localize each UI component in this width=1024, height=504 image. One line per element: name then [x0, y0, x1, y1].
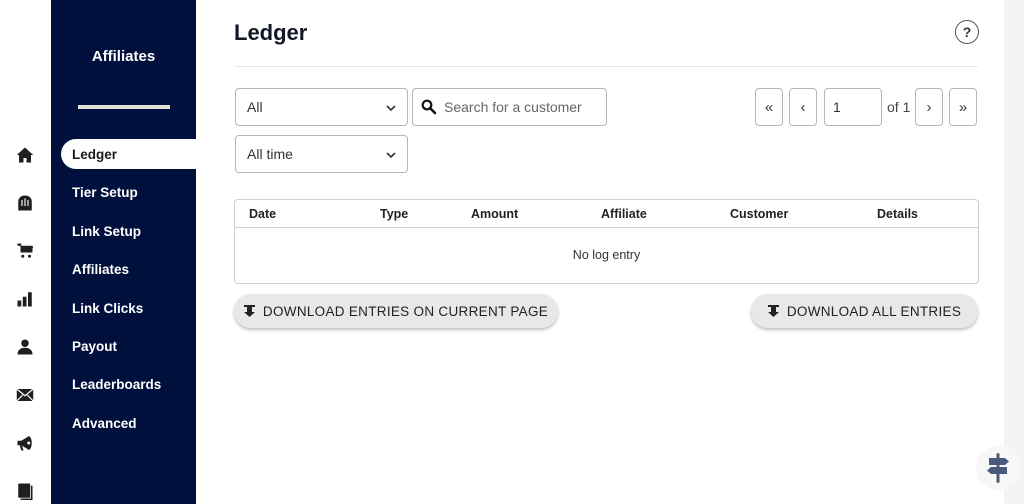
page-count-label: of 1: [887, 99, 911, 115]
time-filter-select[interactable]: All time: [235, 135, 408, 173]
download-icon: [243, 305, 255, 317]
customer-search[interactable]: [412, 88, 607, 126]
sidebar-item-link-clicks[interactable]: Link Clicks: [61, 293, 196, 323]
search-icon: [421, 99, 437, 115]
ledger-table: Date Type Amount Affiliate Customer Deta…: [234, 199, 979, 284]
scrollbar-track[interactable]: [1004, 0, 1024, 504]
guide-button[interactable]: [976, 446, 1020, 490]
sidebar-title: Affiliates: [91, 48, 156, 65]
column-header-customer[interactable]: Customer: [730, 207, 788, 221]
column-header-amount[interactable]: Amount: [471, 207, 518, 221]
sidebar-item-payout[interactable]: Payout: [61, 331, 196, 361]
time-filter-value: All time: [247, 146, 293, 162]
megaphone-icon[interactable]: [14, 432, 36, 454]
page-title: Ledger: [234, 20, 308, 45]
empty-table-message: No log entry: [572, 248, 641, 262]
column-header-date[interactable]: Date: [249, 207, 276, 221]
download-icon: [767, 305, 779, 317]
download-current-page-button[interactable]: DOWNLOAD ENTRIES ON CURRENT PAGE: [234, 294, 558, 328]
sidebar-item-ledger[interactable]: Ledger: [61, 139, 196, 169]
cart-icon[interactable]: [14, 240, 36, 262]
signpost-icon: [987, 453, 1009, 483]
mail-icon[interactable]: [14, 384, 36, 406]
column-header-affiliate[interactable]: Affiliate: [601, 207, 647, 221]
sidebar-item-link-setup[interactable]: Link Setup: [61, 216, 196, 246]
main-content: Ledger ? All All time « ‹ of 1 › » Date …: [196, 0, 1004, 504]
next-page-button[interactable]: ›: [915, 88, 943, 126]
title-divider: [234, 66, 978, 67]
store-icon[interactable]: [14, 192, 36, 214]
sidebar-item-affiliates[interactable]: Affiliates: [61, 254, 196, 284]
book-icon[interactable]: [14, 480, 36, 502]
page-number-input[interactable]: [824, 88, 882, 126]
chevron-down-icon: [386, 105, 396, 112]
last-page-button[interactable]: »: [949, 88, 977, 126]
sidebar-item-tier-setup[interactable]: Tier Setup: [61, 177, 196, 207]
type-filter-value: All: [247, 99, 263, 115]
prev-page-button[interactable]: ‹: [789, 88, 817, 126]
sidebar-item-advanced[interactable]: Advanced: [61, 408, 196, 438]
column-header-details[interactable]: Details: [877, 207, 918, 221]
home-icon[interactable]: [14, 144, 36, 166]
sidebar-divider: [78, 105, 170, 109]
type-filter-select[interactable]: All: [235, 88, 408, 126]
table-header: Date Type Amount Affiliate Customer Deta…: [235, 200, 978, 228]
icon-rail: [0, 0, 51, 504]
chevron-down-icon: [386, 152, 396, 159]
download-all-label: DOWNLOAD ALL ENTRIES: [786, 303, 962, 319]
customer-search-input[interactable]: [444, 99, 594, 115]
sidebar-item-leaderboards[interactable]: Leaderboards: [61, 369, 196, 399]
column-header-type[interactable]: Type: [380, 207, 408, 221]
first-page-button[interactable]: «: [755, 88, 783, 126]
download-all-button[interactable]: DOWNLOAD ALL ENTRIES: [751, 294, 978, 328]
sidebar: Affiliates Ledger Tier Setup Link Setup …: [51, 0, 196, 504]
bar-chart-icon[interactable]: [14, 288, 36, 310]
help-button[interactable]: ?: [955, 20, 979, 44]
user-icon[interactable]: [14, 336, 36, 358]
download-current-label: DOWNLOAD ENTRIES ON CURRENT PAGE: [262, 303, 549, 319]
